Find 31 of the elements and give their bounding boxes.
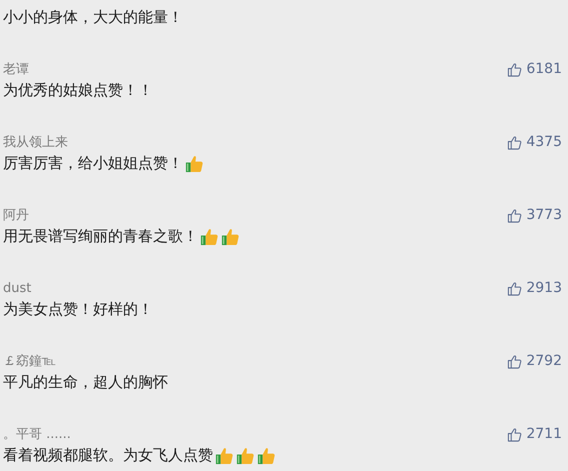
comment-text: 为优秀的姑娘点赞！！ [3,80,153,100]
username[interactable]: dust [3,280,32,296]
thumbs-up-icon [507,134,522,150]
username[interactable]: 阿丹 [3,206,29,224]
like-button[interactable]: 6181 [507,61,562,77]
comment-text: 小小的身体，大大的能量！ [3,8,183,26]
like-button[interactable]: 2913 [507,280,562,296]
username[interactable]: ￡窈鐘℡ [3,352,56,370]
username[interactable]: 老谭 [3,60,29,78]
like-button[interactable]: 3773 [507,207,562,223]
comment-text: 用无畏谱写绚丽的青春之歌！ [3,226,198,246]
comment-text: 平凡的生命，超人的胸怀 [3,372,168,392]
thumbs-up-icon [507,62,522,76]
thumbs-up-icon [507,280,522,296]
thumbs-up-icon [185,154,204,172]
thumbs-up-icon [257,446,276,464]
thumbs-up-icon [236,446,255,464]
thumbs-up-icon [215,446,234,464]
comment-text: 厉害厉害，给小姐姐点赞！ [3,154,183,172]
username[interactable]: 我从领上来 [3,133,68,151]
like-button[interactable]: 2792 [507,353,562,369]
thumbs-up-icon [507,426,522,442]
username[interactable]: 。平哥 ...... [3,425,71,443]
like-button[interactable]: 2711 [507,426,562,442]
thumbs-up-icon [507,354,522,368]
thumbs-up-icon [221,226,240,246]
comment-text: 看着视频都腿软。为女飞人点赞 [3,446,213,464]
comment-text: 为美女点赞！好样的！ [3,300,153,318]
thumbs-up-icon [507,208,522,222]
like-button[interactable]: 4375 [507,134,562,150]
thumbs-up-icon [200,226,219,246]
